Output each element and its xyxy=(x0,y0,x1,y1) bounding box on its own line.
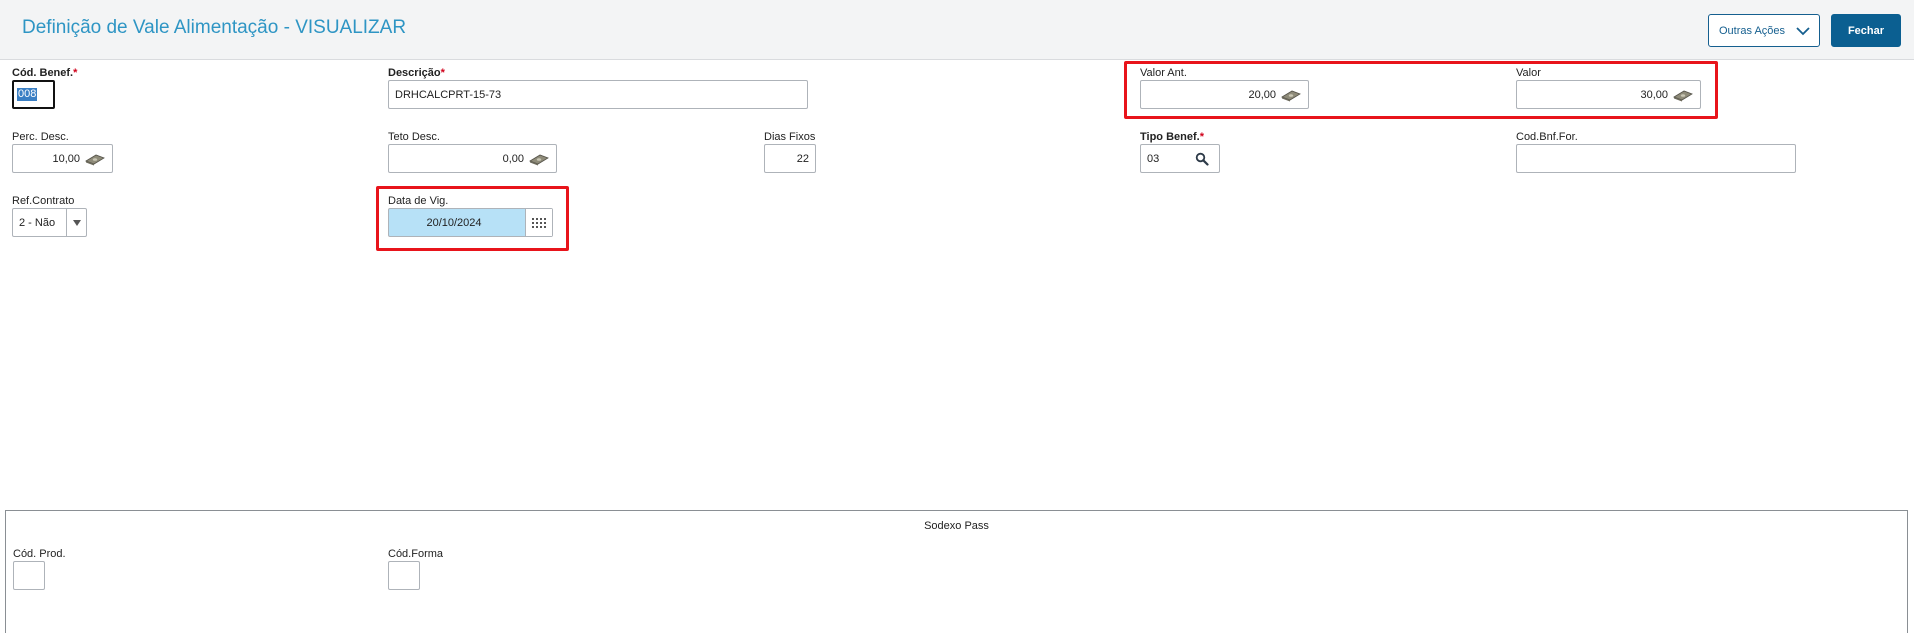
chevron-down-icon xyxy=(1796,27,1810,36)
valor-field[interactable]: 30,00 xyxy=(1516,80,1701,109)
valor-ant-label: Valor Ant. xyxy=(1140,67,1187,79)
dias-fixos-label: Dias Fixos xyxy=(764,131,816,143)
perc-desc-field[interactable]: 10,00 xyxy=(12,144,113,173)
cod-forma-field[interactable] xyxy=(388,561,420,590)
cod-bnf-for-field[interactable] xyxy=(1516,144,1796,173)
teto-desc-label: Teto Desc. xyxy=(388,131,440,143)
valor-label: Valor xyxy=(1516,67,1541,79)
tipo-benef-label: Tipo Benef.* xyxy=(1140,131,1204,143)
teto-desc-field[interactable]: 0,00 xyxy=(388,144,557,173)
other-actions-label: Outras Ações xyxy=(1719,24,1786,37)
data-vig-value: 20/10/2024 xyxy=(426,216,482,229)
data-vig-field[interactable]: 20/10/2024 xyxy=(388,208,553,237)
calendar-icon xyxy=(532,217,546,228)
calendar-button[interactable] xyxy=(525,209,552,236)
cod-prod-label: Cód. Prod. xyxy=(13,548,66,560)
perc-desc-value: 10,00 xyxy=(52,152,80,165)
sodexo-section-header[interactable]: Sodexo Pass xyxy=(5,510,1908,541)
chevron-down-icon xyxy=(72,219,81,226)
magnifier-icon[interactable] xyxy=(1195,152,1209,166)
money-icon xyxy=(1281,90,1301,101)
money-icon xyxy=(529,154,549,165)
ref-contrato-value: 2 - Não xyxy=(19,216,56,229)
descricao-field[interactable]: DRHCALCPRT-15-73 xyxy=(388,80,808,109)
money-icon xyxy=(1673,90,1693,101)
ref-contrato-label: Ref.Contrato xyxy=(12,195,75,207)
perc-desc-label: Perc. Desc. xyxy=(12,131,69,143)
tipo-benef-field[interactable]: 03 xyxy=(1140,144,1220,173)
cod-bnf-for-label: Cod.Bnf.For. xyxy=(1516,131,1578,143)
dias-fixos-value: 22 xyxy=(796,152,809,165)
cod-benef-value: 008 xyxy=(17,88,38,101)
dias-fixos-field[interactable]: 22 xyxy=(764,144,816,173)
valor-ant-value: 20,00 xyxy=(1248,88,1276,101)
cod-forma-label: Cód.Forma xyxy=(388,548,444,560)
cod-prod-field[interactable] xyxy=(13,561,45,590)
cod-benef-field[interactable]: 008 xyxy=(12,80,55,109)
data-vig-label: Data de Vig. xyxy=(388,195,449,207)
descricao-value: DRHCALCPRT-15-73 xyxy=(395,88,502,101)
close-button[interactable]: Fechar xyxy=(1831,14,1901,47)
page-title: Definição de Vale Alimentação - VISUALIZ… xyxy=(22,17,407,38)
dropdown-arrow[interactable] xyxy=(66,209,86,236)
page-header: Definição de Vale Alimentação - VISUALIZ… xyxy=(0,0,1914,60)
other-actions-button[interactable]: Outras Ações xyxy=(1708,14,1820,47)
sodexo-section-panel xyxy=(5,540,1908,633)
ref-contrato-select[interactable]: 2 - Não xyxy=(12,208,87,237)
descricao-label: Descrição* xyxy=(388,67,445,79)
sodexo-section-title: Sodexo Pass xyxy=(924,519,989,532)
teto-desc-value: 0,00 xyxy=(502,152,524,165)
valor-value: 30,00 xyxy=(1640,88,1668,101)
money-icon xyxy=(85,154,105,165)
tipo-benef-value: 03 xyxy=(1147,152,1160,165)
valor-ant-field[interactable]: 20,00 xyxy=(1140,80,1309,109)
cod-benef-label: Cód. Benef.* xyxy=(12,67,78,79)
